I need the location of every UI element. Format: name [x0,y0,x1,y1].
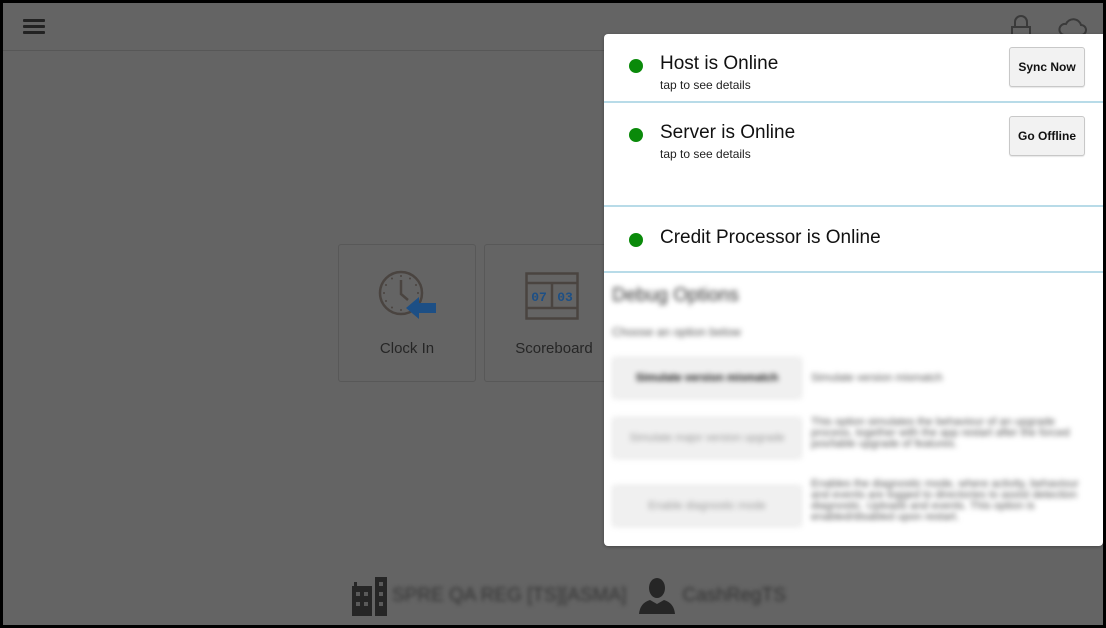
location-name: SPRE QA REG [TS][ASMA] [392,585,627,606]
server-status-subtitle: tap to see details [660,147,751,161]
scoreboard-icon: 07 03 [525,272,579,320]
scoreboard-tile[interactable]: 07 03 Scoreboard [484,244,624,382]
go-offline-button[interactable]: Go Offline [1009,116,1085,156]
enable-diagnostic-mode-button[interactable]: Enable diagnostic mode [612,485,802,527]
host-status-subtitle: tap to see details [660,78,751,92]
sync-now-button[interactable]: Sync Now [1009,47,1085,87]
footer-info: SPRE QA REG [TS][ASMA] CashRegTS [352,574,786,618]
user-name: CashRegTS [682,585,786,606]
scoreboard-right-digits: 03 [557,290,573,305]
clock-in-icon [378,270,436,319]
hamburger-icon[interactable] [23,19,45,35]
scoreboard-label: Scoreboard [515,340,593,357]
credit-processor-online-indicator [629,233,643,247]
host-online-indicator [629,59,643,73]
user-icon [639,578,676,614]
clock-in-tile[interactable]: Clock In [338,244,476,382]
credit-processor-status-title: Credit Processor is Online [660,227,881,248]
debug-option-description: Enables the diagnostic mode, where activ… [811,478,1079,523]
scoreboard-left-digits: 07 [531,290,547,305]
server-status-row[interactable]: Server is Online tap to see details Go O… [604,103,1103,207]
debug-options-subtitle: Choose an option below [612,325,741,339]
debug-options-title: Debug Options [612,285,739,306]
host-status-row[interactable]: Host is Online tap to see details Sync N… [604,34,1103,103]
simulate-version-mismatch-button[interactable]: Simulate version mismatch [612,357,802,399]
host-status-title: Host is Online [660,53,779,74]
credit-processor-status-row[interactable]: Credit Processor is Online [604,207,1103,273]
app-screen: Clock In 07 03 Scoreboard SPRE QA REG [T… [3,3,1103,625]
server-online-indicator [629,128,643,142]
debug-option-description: Simulate version mismatch [811,372,943,384]
clock-in-label: Clock In [379,340,435,357]
simulate-major-upgrade-button[interactable]: Simulate major version upgrade [612,417,802,459]
debug-option-description: This option simulates the behaviour of a… [811,416,1070,450]
debug-options-section: Debug Options Choose an option below Sim… [604,273,1103,544]
connection-status-popover: Host is Online tap to see details Sync N… [604,34,1103,546]
server-status-title: Server is Online [660,122,796,143]
building-icon [352,577,387,616]
